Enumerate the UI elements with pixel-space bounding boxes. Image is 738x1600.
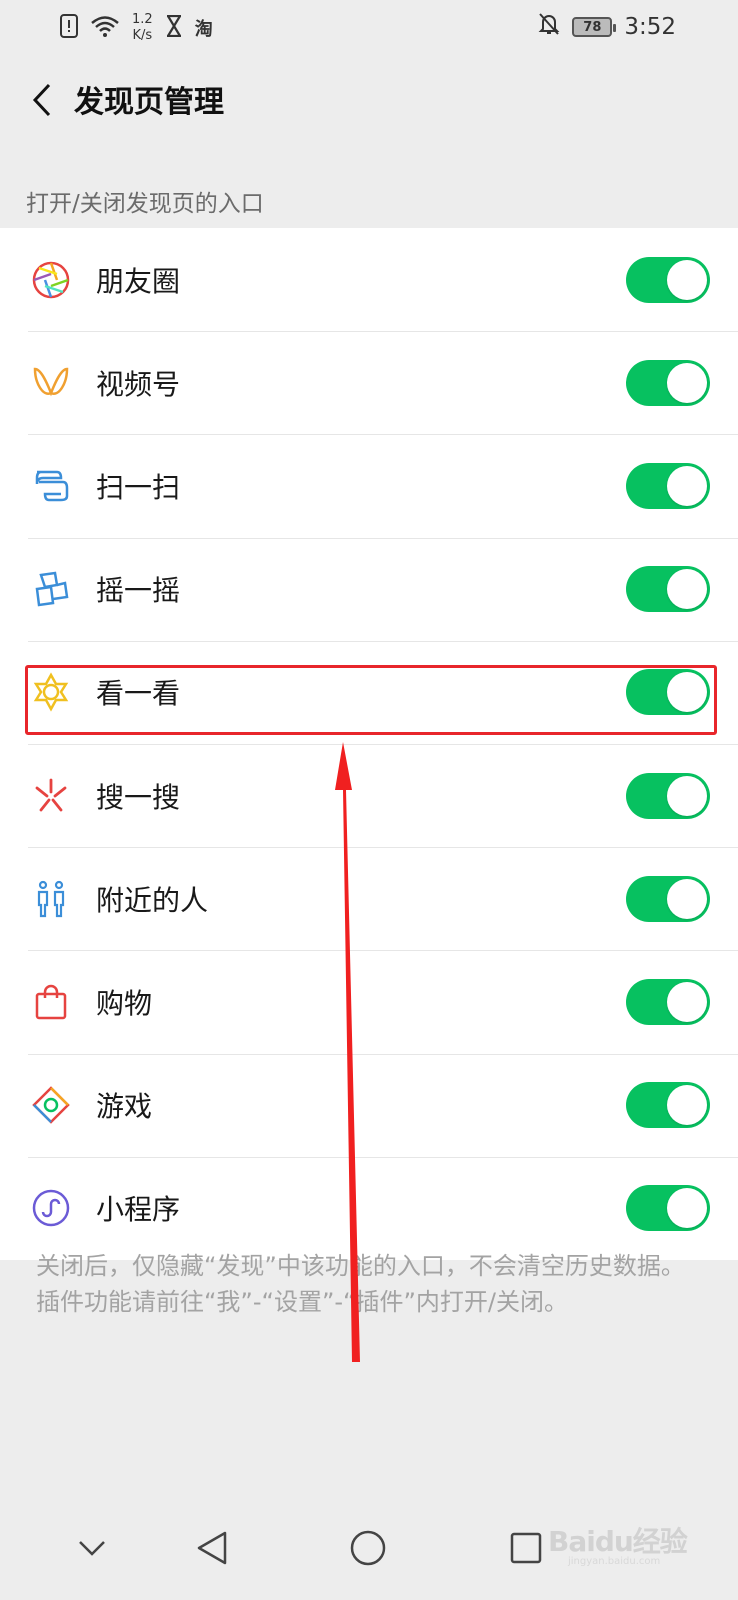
- back-button[interactable]: [20, 80, 64, 124]
- triangle-back-icon: [195, 1530, 229, 1570]
- toggle-knob: [667, 672, 707, 713]
- circle-home-icon: [349, 1529, 387, 1571]
- watermark-text: Baidu经验: [548, 1525, 688, 1558]
- list-item-label: 附近的人: [96, 883, 209, 917]
- search-icon: [28, 773, 74, 819]
- list-item-scan: 扫一扫: [0, 434, 738, 537]
- toggle-knob: [667, 981, 707, 1022]
- section-label: 打开/关闭发现页的入口: [26, 191, 264, 217]
- toggle-top-stories[interactable]: [626, 669, 710, 716]
- page-header: 发现页管理: [0, 58, 738, 148]
- mini-program-icon: [28, 1185, 74, 1231]
- nav-back-button[interactable]: [182, 1520, 242, 1580]
- baidu-watermark: Baidu经验 jingyan.baidu.com: [548, 1508, 698, 1568]
- page-title: 发现页管理: [74, 85, 224, 120]
- hourglass-icon: [165, 14, 183, 41]
- toggle-scan[interactable]: [626, 462, 710, 509]
- list-item-games: 游戏: [0, 1053, 738, 1157]
- top-stories-icon: [28, 669, 74, 715]
- chevron-down-icon: [77, 1539, 107, 1561]
- network-speed-unit: K/s: [132, 28, 153, 43]
- clock: 3:52: [624, 14, 676, 40]
- battery-level: 78: [583, 19, 602, 35]
- toggle-moments[interactable]: [626, 256, 710, 303]
- toggle-knob: [667, 465, 707, 506]
- network-speed: 1.2 K/s: [132, 12, 153, 44]
- status-bar: 1.2 K/s 淘 78 3:52: [0, 0, 738, 58]
- shake-icon: [28, 566, 74, 612]
- list-item-label: 视频号: [96, 367, 181, 401]
- toggle-shopping[interactable]: [626, 978, 710, 1025]
- nav-collapse-button[interactable]: [62, 1520, 122, 1580]
- toggle-people-nearby[interactable]: [626, 875, 710, 922]
- toggle-mini-program[interactable]: [626, 1185, 710, 1232]
- wifi-icon: [90, 14, 120, 42]
- list-item-label: 朋友圈: [96, 264, 181, 298]
- list-item-mini-program: 小程序: [0, 1156, 738, 1260]
- people-nearby-icon: [28, 876, 74, 922]
- shopping-bag-icon: [28, 979, 74, 1025]
- list-item-shake: 摇一摇: [0, 537, 738, 641]
- battery-icon: 78: [572, 17, 617, 37]
- toggle-games[interactable]: [626, 1082, 710, 1129]
- list-item-label: 游戏: [96, 1090, 153, 1124]
- list-item-label: 摇一摇: [96, 574, 181, 608]
- bell-off-icon: [538, 12, 560, 42]
- toggle-knob: [667, 1085, 707, 1126]
- list-item-shopping: 购物: [0, 950, 738, 1053]
- toggle-knob: [667, 362, 707, 403]
- list-item-moments: 朋友圈: [0, 228, 738, 331]
- list-item-label: 看一看: [96, 677, 181, 711]
- nav-home-button[interactable]: [338, 1520, 398, 1580]
- toggle-knob: [667, 878, 707, 919]
- toggle-knob: [667, 775, 707, 816]
- list-item-search: 搜一搜: [0, 743, 738, 847]
- alert-icon: [60, 14, 78, 42]
- discover-entry-list: 朋友圈 视频号 扫一扫 摇一摇 看一看 搜一搜 附近的人 购物 游戏 小程序: [0, 228, 738, 1260]
- square-recents-icon: [509, 1531, 543, 1569]
- list-item-top-stories: 看一看: [0, 640, 738, 744]
- chevron-left-icon: [31, 82, 53, 122]
- list-item-label: 搜一搜: [96, 780, 181, 814]
- nav-recents-button[interactable]: [496, 1520, 556, 1580]
- toggle-knob: [667, 259, 707, 300]
- moments-icon: [28, 257, 74, 303]
- scan-icon: [28, 463, 74, 509]
- toggle-shake[interactable]: [626, 566, 710, 613]
- games-icon: [28, 1082, 74, 1128]
- toggle-knob: [667, 569, 707, 610]
- list-item-label: 小程序: [96, 1193, 181, 1227]
- status-bar-right: 78 3:52: [538, 12, 676, 42]
- list-item-label: 扫一扫: [96, 470, 181, 504]
- toggle-knob: [667, 1188, 707, 1229]
- list-item-label: 购物: [96, 986, 153, 1020]
- channels-icon: [28, 360, 74, 406]
- watermark-subtext: jingyan.baidu.com: [568, 1556, 661, 1567]
- taobao-icon: 淘: [194, 19, 213, 40]
- status-bar-left: 1.2 K/s 淘: [60, 12, 213, 44]
- toggle-search[interactable]: [626, 772, 710, 819]
- list-item-channels: 视频号: [0, 331, 738, 434]
- footer-note: 关闭后，仅隐藏“发现”中该功能的入口，不会清空历史数据。插件功能请前往“我”-“…: [36, 1252, 685, 1316]
- list-item-people-nearby: 附近的人: [0, 847, 738, 950]
- network-speed-value: 1.2: [132, 12, 153, 27]
- toggle-channels[interactable]: [626, 359, 710, 406]
